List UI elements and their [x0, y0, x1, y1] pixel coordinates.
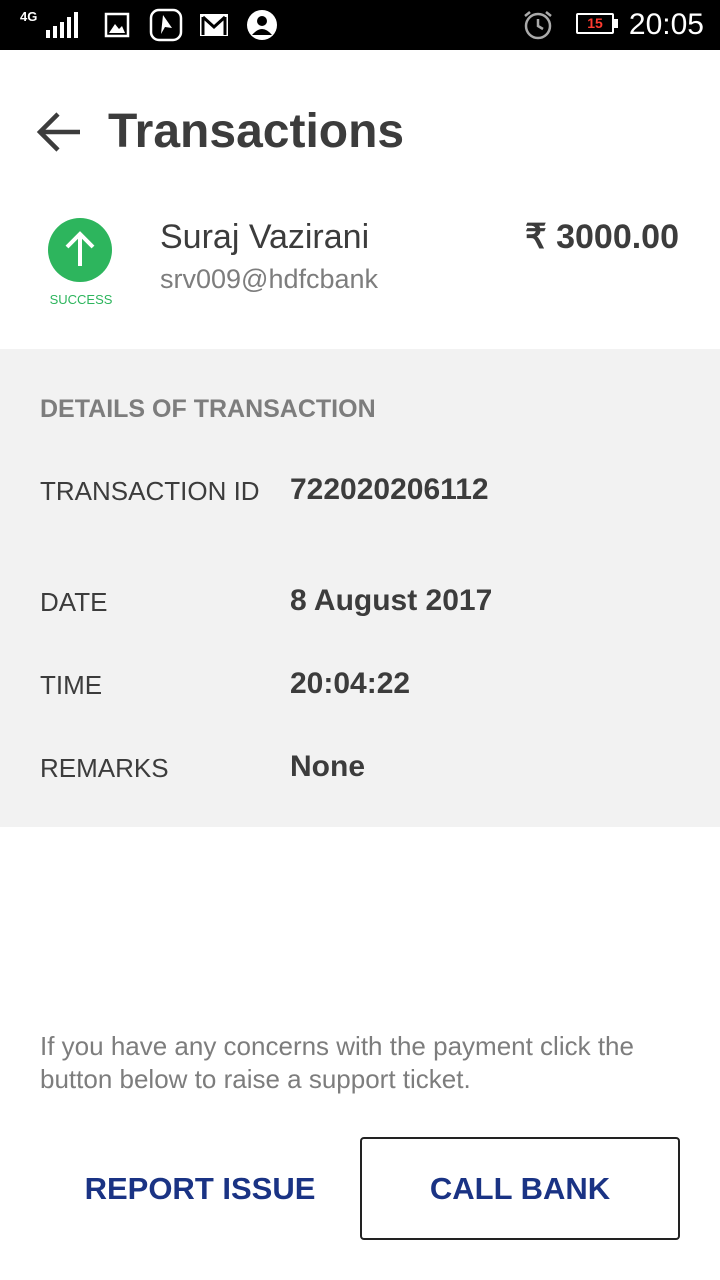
gmail-icon — [200, 14, 228, 36]
time-label: TIME — [40, 670, 103, 700]
transaction-amount: ₹ 3000.00 — [525, 218, 679, 256]
date-label: DATE — [40, 587, 108, 617]
gallery-icon — [104, 12, 130, 38]
call-bank-button[interactable]: CALL BANK — [360, 1137, 680, 1240]
back-button[interactable] — [34, 106, 86, 158]
app-icon — [149, 8, 183, 42]
page-title: Transactions — [108, 105, 405, 158]
report-issue-button[interactable]: REPORT ISSUE — [40, 1138, 360, 1240]
battery-icon: 15 — [576, 13, 614, 34]
status-clock: 20:05 — [628, 8, 704, 41]
transaction-id-value: 722020206112 — [290, 473, 489, 506]
details-heading: DETAILS OF TRANSACTION — [40, 395, 376, 423]
alarm-icon — [524, 11, 552, 40]
arrow-left-icon — [36, 112, 80, 152]
support-info-text: If you have any concerns with the paymen… — [40, 1031, 634, 1094]
battery-level: 15 — [587, 15, 603, 31]
battery-tip — [614, 19, 618, 28]
date-value: 8 August 2017 — [290, 584, 493, 617]
signal-icon — [46, 12, 78, 38]
status-label: SUCCESS — [49, 292, 113, 307]
arrow-up-icon — [65, 231, 95, 266]
success-status-icon — [48, 218, 112, 282]
payee-vpa: srv009@hdfcbank — [160, 264, 379, 294]
status-bar: 4G 15 20:05 — [0, 0, 720, 50]
profile-icon — [247, 10, 277, 40]
transaction-id-label: TRANSACTION ID — [40, 476, 260, 506]
network-type: 4G — [20, 9, 38, 24]
transaction-details-panel: DETAILS OF TRANSACTION TRANSACTION ID 72… — [0, 349, 720, 827]
payee-name: Suraj Vazirani — [160, 218, 370, 256]
remarks-label: REMARKS — [40, 753, 169, 783]
remarks-value: None — [290, 750, 365, 783]
time-value: 20:04:22 — [290, 667, 411, 700]
